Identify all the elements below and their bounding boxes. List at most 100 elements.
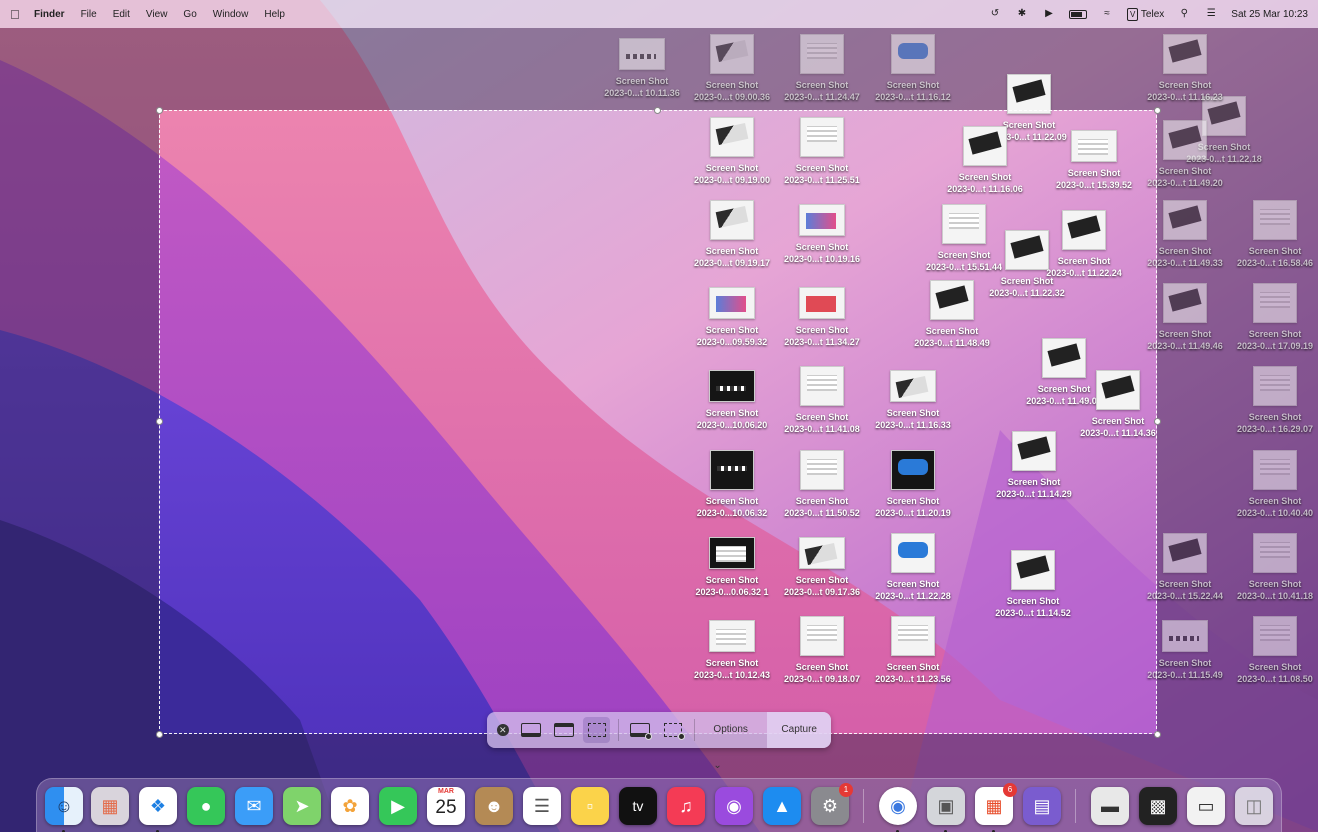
menu-window[interactable]: Window bbox=[213, 9, 249, 20]
battery-icon[interactable] bbox=[1068, 9, 1087, 19]
resize-handle-left[interactable] bbox=[156, 418, 163, 425]
menu-edit[interactable]: Edit bbox=[113, 9, 130, 20]
file-date: 2023-0...t 11.16.12 bbox=[875, 92, 951, 102]
trash-icon[interactable]: ◫ bbox=[1235, 787, 1273, 825]
photo-viewer-icon: ▣ bbox=[937, 796, 955, 816]
menu-help[interactable]: Help bbox=[264, 9, 285, 20]
disk-utility-icon[interactable]: ▤ bbox=[1023, 787, 1061, 825]
desktop-file-icon[interactable]: Screen Shot 2023-0...t 11.16.23 bbox=[1137, 34, 1233, 103]
file-date: 2023-0...t 17.09.19 bbox=[1236, 341, 1314, 351]
notes-icon[interactable]: ▫ bbox=[571, 787, 609, 825]
mail-icon[interactable]: ✉ bbox=[235, 787, 273, 825]
desktop-file-icon[interactable]: Screen Shot 2023-0...t 10.11.36 bbox=[594, 34, 690, 99]
desktop-file-icon[interactable]: Screen Shot 2023-0...t 16.58.46 bbox=[1227, 200, 1318, 269]
document-icon: ▬ bbox=[1101, 796, 1119, 816]
play-icon[interactable]: ▶ bbox=[1042, 8, 1056, 20]
resize-handle-top[interactable] bbox=[654, 107, 661, 114]
bluetooth-icon[interactable]: ✱ bbox=[1015, 8, 1029, 20]
recent-document-icon[interactable]: ▭ bbox=[1187, 787, 1225, 825]
capture-entire-screen-button[interactable] bbox=[517, 717, 544, 743]
finder-icon[interactable]: ☺ bbox=[45, 787, 83, 832]
desktop-file-icon[interactable]: Screen Shot 2023-0...t 11.24.47 bbox=[774, 34, 870, 103]
microsoft-office-icon[interactable]: ▦ 6 bbox=[975, 783, 1017, 832]
reminders-icon[interactable]: ☰ bbox=[523, 787, 561, 825]
capture-selection-button[interactable] bbox=[582, 717, 610, 743]
recent-file-icon[interactable]: ▬ bbox=[1091, 787, 1129, 825]
facetime-icon[interactable]: ▶ bbox=[379, 787, 417, 825]
grid-icon: ▦ bbox=[101, 796, 119, 816]
trash-can-icon: ◫ bbox=[1245, 796, 1263, 816]
close-icon[interactable]: ✕ bbox=[497, 724, 509, 736]
file-thumbnail bbox=[891, 34, 935, 74]
safari-icon[interactable]: ❖ bbox=[139, 787, 177, 832]
desktop-file-icon[interactable]: Screen Shot 2023-0...t 16.29.07 bbox=[1227, 366, 1318, 435]
options-button[interactable]: Options ⌄ bbox=[703, 712, 767, 771]
search-icon[interactable]: ⚲ bbox=[1177, 8, 1191, 20]
file-thumbnail bbox=[1007, 74, 1051, 114]
file-thumbnail bbox=[1253, 616, 1297, 656]
record-entire-screen-button[interactable] bbox=[626, 717, 653, 743]
compass-icon: ❖ bbox=[149, 796, 167, 816]
music-icon[interactable]: ♫ bbox=[667, 787, 705, 825]
capture-button[interactable]: Capture bbox=[767, 712, 831, 748]
resize-handle-top-left[interactable] bbox=[156, 107, 163, 114]
launchpad-icon[interactable]: ▦ bbox=[91, 787, 129, 825]
desktop-file-icon[interactable]: Screen Shot 2023-0...t 17.09.19 bbox=[1227, 283, 1318, 352]
input-source-menu[interactable]: V Telex bbox=[1126, 7, 1164, 21]
maps-icon[interactable]: ➤ bbox=[283, 787, 321, 825]
file-date: 2023-0...t 16.29.07 bbox=[1236, 424, 1314, 434]
wifi-icon[interactable]: ≈ bbox=[1100, 8, 1114, 20]
record-selection-button[interactable] bbox=[659, 717, 686, 743]
resize-handle-bottom-right[interactable] bbox=[1154, 731, 1161, 738]
downloads-stack-icon[interactable]: ▩ bbox=[1139, 787, 1177, 825]
file-thumbnail bbox=[1253, 200, 1297, 240]
menu-go[interactable]: Go bbox=[183, 9, 196, 20]
menu-file[interactable]: File bbox=[81, 9, 97, 20]
status-area: ↺ ✱ ▶ ≈ V Telex ⚲ ☰ Sat 25 Mar 10:23 bbox=[988, 7, 1308, 21]
dock: ☺ ▦ ❖ ● ✉ ➤ ✿ ▶ MAR 25 ☻ ☰ ▫ tv ♫ ◉ ▲ ⚙ 1 … bbox=[36, 778, 1282, 832]
desktop-file-icon[interactable]: Screen Shot 2023-0...t 11.08.50 bbox=[1227, 616, 1318, 685]
podcasts-icon[interactable]: ◉ bbox=[715, 787, 753, 825]
app-store-icon[interactable]: ▲ bbox=[763, 787, 801, 825]
calendar-icon[interactable]: MAR 25 bbox=[427, 787, 465, 825]
capture-window-button[interactable] bbox=[550, 717, 577, 743]
control-center-icon[interactable]: ☰ bbox=[1204, 8, 1218, 20]
chrome-icon[interactable]: ◉ bbox=[879, 787, 917, 832]
document-icon: ▭ bbox=[1197, 796, 1215, 816]
resize-handle-top-right[interactable] bbox=[1154, 107, 1161, 114]
apple-tv-icon[interactable]: tv bbox=[619, 787, 657, 825]
preview-icon[interactable]: ▣ bbox=[927, 787, 965, 832]
file-thumbnail bbox=[1253, 283, 1297, 323]
desktop-file-icon[interactable]: Screen Shot 2023-0...t 10.41.18 bbox=[1227, 533, 1318, 602]
input-source-icon: V bbox=[1126, 7, 1139, 21]
file-date: 2023-0...t 11.24.47 bbox=[784, 92, 860, 102]
video-camera-icon: ▶ bbox=[391, 796, 405, 816]
file-thumbnail bbox=[1163, 283, 1207, 323]
photos-icon[interactable]: ✿ bbox=[331, 787, 369, 825]
desktop-file-icon[interactable]: Screen Shot 2023-0...t 11.16.12 bbox=[865, 34, 961, 103]
stack-icon: ▩ bbox=[1149, 796, 1167, 816]
resize-handle-right[interactable] bbox=[1154, 418, 1161, 425]
menu-bar:  Finder File Edit View Go Window Help ↺… bbox=[0, 0, 1318, 28]
menu-view[interactable]: View bbox=[146, 9, 168, 20]
envelope-icon: ✉ bbox=[246, 796, 262, 816]
system-settings-icon[interactable]: ⚙ 1 bbox=[811, 783, 853, 825]
contacts-icon[interactable]: ☻ bbox=[475, 787, 513, 825]
desktop-file-icon[interactable]: Screen Shot 2023-0...t 09.00.36 bbox=[684, 34, 780, 103]
clock[interactable]: Sat 25 Mar 10:23 bbox=[1231, 9, 1308, 20]
dock-separator bbox=[863, 789, 864, 823]
desktop-file-icon[interactable]: Screen Shot 2023-0...t 10.40.40 bbox=[1227, 450, 1318, 519]
menu-app-finder[interactable]: Finder bbox=[34, 9, 65, 20]
file-thumbnail bbox=[800, 34, 844, 74]
window-icon bbox=[553, 723, 574, 737]
resize-handle-bottom-left[interactable] bbox=[156, 731, 163, 738]
file-thumbnail bbox=[619, 38, 665, 70]
file-name: Screen Shot bbox=[1248, 329, 1302, 339]
messages-icon[interactable]: ● bbox=[187, 787, 225, 825]
time-machine-icon[interactable]: ↺ bbox=[988, 8, 1002, 20]
file-date: 2023-0...t 16.58.46 bbox=[1236, 258, 1314, 268]
capture-selection-area[interactable] bbox=[159, 110, 1157, 734]
file-date: 2023-0...t 10.11.36 bbox=[604, 88, 680, 98]
file-date: 2023-0...t 11.16.23 bbox=[1147, 92, 1223, 102]
apple-menu-icon[interactable]:  bbox=[10, 7, 32, 22]
